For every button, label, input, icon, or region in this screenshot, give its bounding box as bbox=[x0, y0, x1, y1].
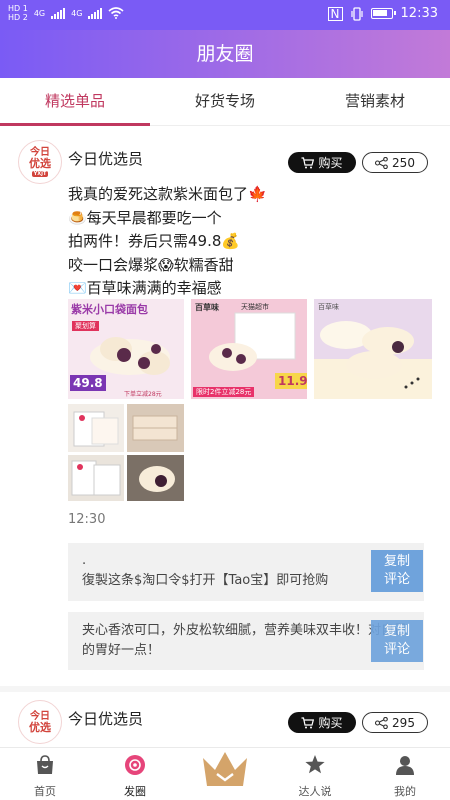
comment-text: 夹心香浓可口，外皮松软细腻，营养美味双丰收！对自己的胃好一点！ bbox=[82, 623, 408, 658]
status-bar: HD 1 HD 2 4G 4G N 12:33 bbox=[0, 0, 450, 30]
vibrate-icon bbox=[350, 6, 363, 21]
signal-icon-2 bbox=[88, 7, 103, 19]
product-image-3[interactable]: 百草味 bbox=[314, 299, 432, 399]
package-illustration bbox=[73, 411, 119, 447]
product-image-5[interactable] bbox=[127, 404, 184, 452]
bread-in-hand-illustration bbox=[139, 466, 175, 492]
product-image-4[interactable] bbox=[68, 404, 124, 452]
nav-home[interactable]: 首页 bbox=[15, 748, 75, 800]
network-label-1: 4G bbox=[33, 8, 46, 18]
copy-comment-button[interactable]: 复制 评论 bbox=[371, 550, 423, 592]
package-illustration bbox=[71, 460, 121, 496]
home-bag-icon bbox=[37, 755, 53, 774]
share-button[interactable]: 250 bbox=[362, 152, 428, 173]
price-note: 下单立减28元 bbox=[124, 391, 162, 398]
network-label-2: 4G bbox=[71, 8, 83, 18]
sim2-label: HD 2 bbox=[8, 13, 28, 22]
cart-icon bbox=[301, 716, 315, 728]
price-tag: 11.9 bbox=[275, 373, 307, 389]
share-icon bbox=[375, 156, 388, 169]
post-text-line: 我真的爱死这款紫米面包了🍁 bbox=[68, 185, 267, 203]
nav-talent-says[interactable]: 达人说 bbox=[285, 748, 345, 800]
post-time: 12:30 bbox=[68, 512, 106, 527]
signal-indicators: HD 1 HD 2 4G 4G bbox=[8, 4, 124, 22]
tab-marketing-materials[interactable]: 营销素材 bbox=[300, 78, 450, 125]
comment-text: . 復製这条$淘口令$打开【Tao宝】即可抢购 bbox=[82, 553, 329, 588]
clock: 12:33 bbox=[400, 6, 438, 21]
nav-moments[interactable]: 发圈 bbox=[105, 748, 165, 800]
post-text-line: 🍮每天早晨都要吃一个 bbox=[68, 208, 222, 227]
package-illustration bbox=[132, 415, 178, 441]
share-button[interactable]: 295 bbox=[362, 712, 428, 733]
product-image-6[interactable] bbox=[68, 455, 124, 501]
wifi-icon bbox=[108, 7, 124, 19]
nav-profile[interactable]: 我的 bbox=[375, 748, 435, 800]
share-icon bbox=[375, 716, 388, 729]
moments-icon bbox=[125, 755, 145, 775]
tab-good-deals[interactable]: 好货专场 bbox=[150, 78, 300, 125]
star-icon bbox=[305, 755, 325, 774]
battery-icon bbox=[370, 8, 396, 19]
product-image-1[interactable]: 紫米小口袋面包 聚划算 49.8 下单立减28元 bbox=[68, 299, 184, 399]
post-text-line: 拍两件！券后只需49.8💰 bbox=[68, 232, 241, 250]
share-count: 295 bbox=[392, 715, 415, 730]
page-title: 朋友圈 bbox=[0, 30, 450, 78]
copy-comment-button[interactable]: 复制 评论 bbox=[371, 620, 423, 662]
price-tag: 49.8 bbox=[70, 375, 106, 391]
tab-featured-items[interactable]: 精选单品 bbox=[0, 78, 150, 126]
buy-button[interactable]: 购买 bbox=[288, 712, 356, 733]
sim1-label: HD 1 bbox=[8, 4, 28, 13]
profile-icon bbox=[396, 756, 414, 775]
bread-stack-illustration bbox=[314, 321, 432, 399]
crown-icon[interactable] bbox=[199, 748, 251, 792]
product-image-7[interactable] bbox=[127, 455, 184, 501]
nfc-icon: N bbox=[327, 6, 343, 21]
signal-icon bbox=[51, 7, 66, 19]
post-text: 我真的爱死这款紫米面包了🍁 🍮每天早晨都要吃一个 拍两件！券后只需49.8💰 咬… bbox=[68, 183, 267, 301]
avatar[interactable]: 今日 优选 YXJT bbox=[18, 140, 62, 184]
tab-bar: 精选单品 好货专场 营销素材 bbox=[0, 78, 450, 126]
product-image-2[interactable]: 百草味 天猫超市 11.9 限时2件立减28元 bbox=[191, 299, 307, 399]
post-divider bbox=[0, 686, 450, 692]
author-name: 今日优选员 bbox=[68, 710, 144, 728]
buy-button[interactable]: 购买 bbox=[288, 152, 356, 173]
post-text-line: 咬一口会爆浆😱软糯香甜 bbox=[68, 255, 234, 274]
avatar[interactable]: 今日 优选 bbox=[18, 700, 62, 744]
post-text-line: 💌百草味满满的幸福感 bbox=[68, 279, 222, 297]
price-note: 限时2件立减28元 bbox=[193, 387, 255, 397]
status-right: N 12:33 bbox=[327, 6, 438, 21]
author-name: 今日优选员 bbox=[68, 150, 144, 168]
cart-icon bbox=[301, 156, 315, 168]
share-count: 250 bbox=[392, 155, 415, 170]
